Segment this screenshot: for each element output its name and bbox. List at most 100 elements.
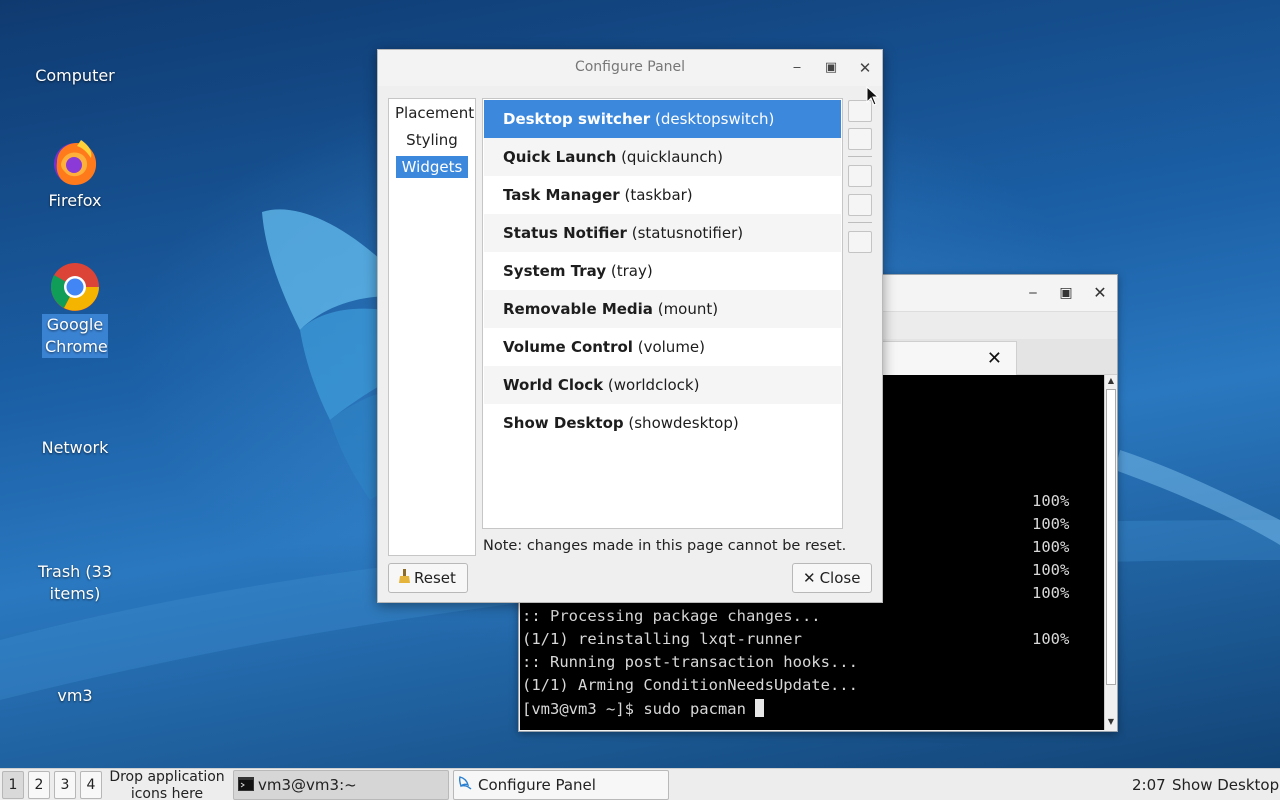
terminal-prompt-line: [vm3@vm3 ~]$ sudo pacman [522, 699, 765, 718]
terminal-percent: 100% [1032, 630, 1070, 648]
tab-close-icon[interactable]: ✕ [987, 348, 1002, 369]
desktop-icon-computer[interactable]: Computer [20, 65, 130, 87]
workspace-1-button[interactable]: 1 [2, 771, 24, 799]
widget-row-volume[interactable]: Volume Control (volume) [484, 328, 841, 366]
reset-label: Reset [414, 569, 456, 587]
widget-name: Task Manager [503, 186, 620, 204]
widget-name: System Tray [503, 262, 607, 280]
separator [848, 156, 872, 157]
widget-row-desktopswitch[interactable]: Desktop switcher (desktopswitch) [484, 100, 841, 138]
widget-id: (quicklaunch) [621, 148, 724, 166]
maximize-icon[interactable]: ▣ [821, 58, 841, 78]
desktop-icon-label: Google Chrome [42, 314, 108, 358]
widget-row-quicklaunch[interactable]: Quick Launch (quicklaunch) [484, 138, 841, 176]
workspace-4-button[interactable]: 4 [80, 771, 102, 799]
configure-widget-button[interactable] [848, 231, 872, 253]
widget-id: (showdesktop) [628, 414, 739, 432]
widget-id: (tray) [610, 262, 653, 280]
widget-name: Volume Control [503, 338, 633, 356]
terminal-percent: 100% [1032, 538, 1070, 556]
minimize-icon[interactable]: ‒ [1023, 283, 1043, 303]
maximize-icon[interactable]: ▣ [1056, 283, 1076, 303]
terminal-percent: 100% [1032, 584, 1070, 602]
remove-widget-button[interactable] [848, 128, 872, 150]
desktop-icon-label: vm3 [57, 686, 93, 705]
terminal-cursor [755, 699, 765, 717]
scroll-up-icon[interactable]: ▲ [1105, 376, 1117, 388]
section-placement[interactable]: Placement [389, 102, 475, 124]
close-icon[interactable]: ✕ [1090, 283, 1110, 303]
desktop-icon-google-chrome[interactable]: Google Chrome [20, 262, 130, 358]
widget-id: (taskbar) [624, 186, 693, 204]
workspace-3-button[interactable]: 3 [54, 771, 76, 799]
close-button[interactable]: ✕ Close [792, 563, 872, 593]
section-label: Placement [395, 104, 475, 122]
show-desktop-button[interactable]: Show Desktop [1172, 776, 1279, 794]
move-down-button[interactable] [848, 194, 872, 216]
widget-row-taskbar[interactable]: Task Manager (taskbar) [484, 176, 841, 214]
desktop-icon-firefox[interactable]: Firefox [20, 138, 130, 212]
widget-list: Desktop switcher (desktopswitch) Quick L… [482, 98, 843, 529]
widget-id: (mount) [657, 300, 719, 318]
scrollbar-thumb[interactable] [1106, 389, 1116, 685]
widget-row-tray[interactable]: System Tray (tray) [484, 252, 841, 290]
reset-button[interactable]: Reset [388, 563, 468, 593]
desktop-icon-label: Firefox [48, 191, 102, 210]
chrome-icon [50, 263, 99, 311]
section-list: Placement Styling Widgets [388, 98, 476, 556]
terminal-line: :: Processing package changes... [522, 607, 821, 625]
desktop-icon-network[interactable]: Network [20, 437, 130, 459]
widget-row-statusnotifier[interactable]: Status Notifier (statusnotifier) [484, 214, 841, 252]
terminal-percent: 100% [1032, 561, 1070, 579]
terminal-line: :: Running post-transaction hooks... [522, 653, 858, 671]
quicklaunch-drop-hint: Drop application icons here [109, 769, 225, 800]
widget-name: Removable Media [503, 300, 653, 318]
terminal-icon [238, 772, 254, 800]
widget-id: (volume) [637, 338, 706, 356]
widget-row-worldclock[interactable]: World Clock (worldclock) [484, 366, 841, 404]
reset-note: Note: changes made in this page cannot b… [483, 538, 847, 554]
separator [848, 222, 872, 223]
terminal-line: (1/1) reinstalling lxqt-runner [522, 630, 802, 648]
terminal-percent: 100% [1032, 492, 1070, 510]
task-label: Configure Panel [478, 776, 596, 794]
close-icon[interactable]: ✕ [855, 58, 875, 78]
dialog-titlebar[interactable]: Configure Panel ‒ ▣ ✕ [378, 50, 882, 86]
desktop-icon-label: Computer [35, 66, 115, 85]
desktop-icon-label: Trash (33 items) [38, 562, 112, 603]
widget-id: (statusnotifier) [631, 224, 744, 242]
task-terminal[interactable]: vm3@vm3:~ [233, 770, 449, 800]
terminal-prompt: [vm3@vm3 ~]$ sudo pacman [522, 700, 756, 718]
desktop-icon-vm3[interactable]: vm3 [20, 685, 130, 707]
widget-row-showdesktop[interactable]: Show Desktop (showdesktop) [484, 404, 841, 442]
terminal-percent: 100% [1032, 515, 1070, 533]
widget-row-mount[interactable]: Removable Media (mount) [484, 290, 841, 328]
firefox-icon [54, 140, 97, 185]
widget-name: Show Desktop [503, 414, 624, 432]
section-styling[interactable]: Styling [389, 129, 475, 151]
scroll-down-icon[interactable]: ▼ [1105, 717, 1117, 729]
terminal-line: (1/1) Arming ConditionNeedsUpdate... [522, 676, 858, 694]
close-label: Close [819, 569, 861, 587]
widget-name: World Clock [503, 376, 604, 394]
widget-id: (worldclock) [607, 376, 700, 394]
terminal-tab[interactable]: ✕ [879, 341, 1017, 375]
section-label: Widgets [395, 156, 469, 178]
section-label: Styling [406, 131, 458, 149]
terminal-scrollbar[interactable]: ▲ ▼ [1104, 375, 1117, 730]
section-widgets[interactable]: Widgets [389, 156, 475, 178]
mouse-pointer-icon [866, 86, 880, 106]
task-label: vm3@vm3:~ [258, 776, 357, 794]
move-up-button[interactable] [848, 165, 872, 187]
lxqt-icon [458, 772, 474, 800]
desktop-icon-trash[interactable]: Trash (33 items) [20, 561, 130, 605]
task-configure-panel[interactable]: Configure Panel [453, 770, 669, 800]
widget-name: Quick Launch [503, 148, 617, 166]
broom-icon [399, 564, 410, 592]
desktop-icon-label: Network [41, 438, 109, 457]
workspace-2-button[interactable]: 2 [28, 771, 50, 799]
configure-panel-dialog[interactable]: Configure Panel ‒ ▣ ✕ Placement Styling … [377, 49, 883, 603]
taskbar: 1 2 3 4 Drop application icons here vm3@… [0, 768, 1280, 800]
clock[interactable]: 2:07 [1132, 776, 1166, 794]
minimize-icon[interactable]: ‒ [787, 58, 807, 78]
